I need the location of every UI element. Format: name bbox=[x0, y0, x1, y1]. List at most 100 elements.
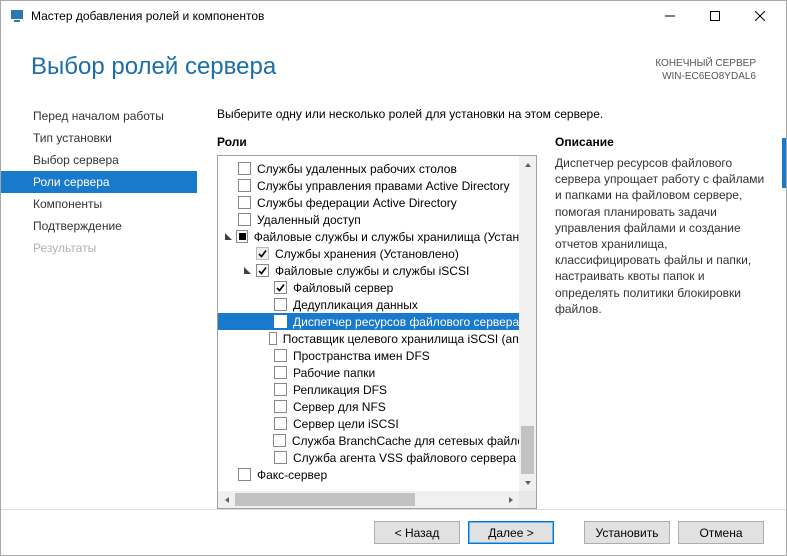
expand-icon bbox=[260, 333, 267, 345]
window-title: Мастер добавления ролей и компонентов bbox=[31, 9, 647, 23]
wizard-step[interactable]: Тип установки bbox=[1, 127, 197, 149]
expand-icon bbox=[260, 316, 272, 328]
wizard-step[interactable]: Подтверждение bbox=[1, 215, 197, 237]
role-label: Факс-сервер bbox=[257, 468, 327, 482]
wizard-step[interactable]: Компоненты bbox=[1, 193, 197, 215]
horizontal-scroll-thumb[interactable] bbox=[235, 493, 415, 506]
tree-row[interactable]: Удаленный доступ bbox=[218, 211, 519, 228]
scroll-up-button[interactable] bbox=[519, 156, 536, 173]
role-label: Файловые службы и службы iSCSI bbox=[275, 264, 469, 278]
wizard-step: Результаты bbox=[1, 237, 197, 259]
close-button[interactable] bbox=[737, 2, 782, 30]
intro-text: Выберите одну или несколько ролей для ус… bbox=[217, 107, 768, 121]
wizard-step[interactable]: Роли сервера bbox=[1, 171, 197, 193]
role-checkbox[interactable] bbox=[269, 332, 277, 345]
role-label: Служба агента VSS файлового сервера bbox=[293, 451, 516, 465]
scroll-right-button[interactable] bbox=[502, 491, 519, 508]
role-checkbox[interactable] bbox=[274, 349, 287, 362]
role-label: Файловые службы и службы хранилища (Уста… bbox=[254, 230, 519, 244]
roles-tree: Службы удаленных рабочих столовСлужбы уп… bbox=[217, 155, 537, 509]
tree-row[interactable]: Службы управления правами Active Directo… bbox=[218, 177, 519, 194]
role-checkbox[interactable] bbox=[238, 179, 251, 192]
tree-row[interactable]: Файловый сервер bbox=[218, 279, 519, 296]
expand-icon bbox=[224, 214, 236, 226]
wizard-steps: Перед началом работыТип установкиВыбор с… bbox=[1, 95, 197, 509]
vertical-scrollbar[interactable] bbox=[519, 156, 536, 491]
description-text: Диспетчер ресурсов файлового сервера упр… bbox=[555, 155, 768, 317]
expand-icon bbox=[260, 282, 272, 294]
expand-icon bbox=[260, 435, 271, 447]
role-label: Службы хранения (Установлено) bbox=[275, 247, 459, 261]
role-checkbox[interactable] bbox=[274, 417, 287, 430]
tree-row[interactable]: Пространства имен DFS bbox=[218, 347, 519, 364]
tree-row[interactable]: Службы федерации Active Directory bbox=[218, 194, 519, 211]
description-heading: Описание bbox=[555, 135, 768, 149]
tree-row[interactable]: Файловые службы и службы iSCSI bbox=[218, 262, 519, 279]
scroll-left-button[interactable] bbox=[218, 491, 235, 508]
expand-icon bbox=[242, 248, 254, 260]
target-server-name: WIN-EC6EO8YDAL6 bbox=[655, 70, 756, 83]
role-label: Поставщик целевого хранилища iSCSI (аппа… bbox=[283, 332, 519, 346]
back-button[interactable]: < Назад bbox=[374, 521, 460, 544]
role-checkbox[interactable] bbox=[238, 162, 251, 175]
expand-icon[interactable] bbox=[224, 231, 234, 243]
role-checkbox[interactable] bbox=[274, 315, 287, 328]
role-label: Удаленный доступ bbox=[257, 213, 361, 227]
wizard-step[interactable]: Перед началом работы bbox=[1, 105, 197, 127]
scroll-down-button[interactable] bbox=[519, 474, 536, 491]
tree-row[interactable]: Дедупликация данных bbox=[218, 296, 519, 313]
role-checkbox[interactable] bbox=[273, 434, 285, 447]
page-title: Выбор ролей сервера bbox=[31, 53, 655, 81]
expand-icon bbox=[224, 180, 236, 192]
tree-row[interactable]: Службы хранения (Установлено) bbox=[218, 245, 519, 262]
role-checkbox[interactable] bbox=[274, 366, 287, 379]
role-checkbox[interactable] bbox=[238, 468, 251, 481]
minimize-button[interactable] bbox=[647, 2, 692, 30]
role-checkbox[interactable] bbox=[238, 196, 251, 209]
expand-icon bbox=[224, 197, 236, 209]
roles-heading: Роли bbox=[217, 135, 537, 149]
horizontal-scrollbar[interactable] bbox=[218, 491, 536, 508]
maximize-button[interactable] bbox=[692, 2, 737, 30]
expand-icon bbox=[260, 384, 272, 396]
titlebar: Мастер добавления ролей и компонентов bbox=[1, 1, 786, 31]
cancel-button[interactable]: Отмена bbox=[678, 521, 764, 544]
target-server-label: КОНЕЧНЫЙ СЕРВЕР bbox=[655, 57, 756, 70]
tree-row[interactable]: Факс-сервер bbox=[218, 466, 519, 483]
role-checkbox[interactable] bbox=[256, 264, 269, 277]
next-button[interactable]: Далее > bbox=[468, 521, 554, 544]
role-label: Службы федерации Active Directory bbox=[257, 196, 457, 210]
wizard-footer: < Назад Далее > Установить Отмена bbox=[1, 509, 786, 555]
tree-row[interactable]: Служба BranchCache для сетевых файлов bbox=[218, 432, 519, 449]
tree-row[interactable]: Сервер цели iSCSI bbox=[218, 415, 519, 432]
role-checkbox[interactable] bbox=[274, 383, 287, 396]
expand-icon[interactable] bbox=[242, 265, 254, 277]
tree-row[interactable]: Сервер для NFS bbox=[218, 398, 519, 415]
tree-row[interactable]: Рабочие папки bbox=[218, 364, 519, 381]
tree-row[interactable]: Поставщик целевого хранилища iSCSI (аппа… bbox=[218, 330, 519, 347]
expand-icon bbox=[260, 401, 272, 413]
role-label: Службы удаленных рабочих столов bbox=[257, 162, 457, 176]
role-label: Сервер для NFS bbox=[293, 400, 386, 414]
role-label: Служба BranchCache для сетевых файлов bbox=[292, 434, 519, 448]
tree-row[interactable]: Файловые службы и службы хранилища (Уста… bbox=[218, 228, 519, 245]
role-checkbox[interactable] bbox=[274, 400, 287, 413]
expand-icon bbox=[224, 469, 236, 481]
expand-icon bbox=[224, 163, 236, 175]
tree-row[interactable]: Службы удаленных рабочих столов bbox=[218, 160, 519, 177]
install-button[interactable]: Установить bbox=[584, 521, 670, 544]
role-label: Файловый сервер bbox=[293, 281, 393, 295]
wizard-step[interactable]: Выбор сервера bbox=[1, 149, 197, 171]
role-checkbox[interactable] bbox=[274, 451, 287, 464]
tree-row[interactable]: Диспетчер ресурсов файлового сервера bbox=[218, 313, 519, 330]
vertical-scroll-thumb[interactable] bbox=[521, 426, 534, 474]
expand-icon bbox=[260, 418, 272, 430]
role-label: Диспетчер ресурсов файлового сервера bbox=[293, 315, 519, 329]
role-checkbox[interactable] bbox=[236, 230, 247, 243]
tree-row[interactable]: Репликация DFS bbox=[218, 381, 519, 398]
tree-row[interactable]: Служба агента VSS файлового сервера bbox=[218, 449, 519, 466]
role-checkbox[interactable] bbox=[238, 213, 251, 226]
role-checkbox[interactable] bbox=[274, 281, 287, 294]
role-label: Пространства имен DFS bbox=[293, 349, 430, 363]
role-checkbox[interactable] bbox=[274, 298, 287, 311]
